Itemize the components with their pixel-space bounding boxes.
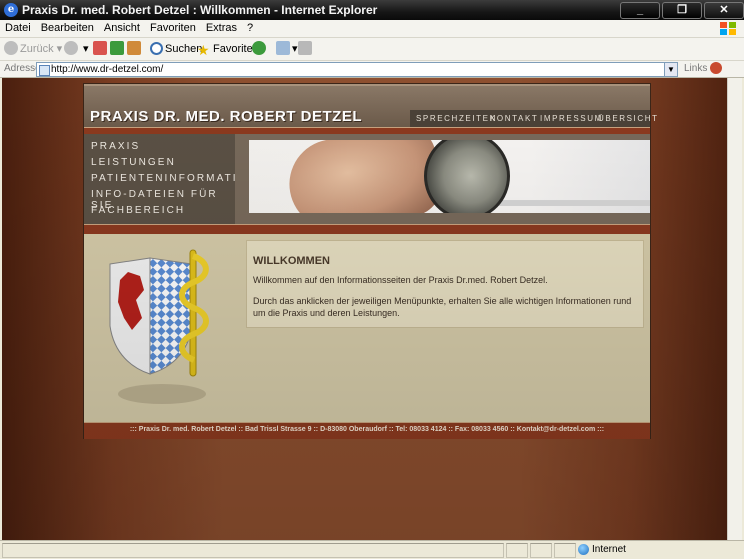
search-icon (150, 42, 163, 55)
page-icon (39, 65, 50, 76)
menu-bar: Datei Bearbeiten Ansicht Favoriten Extras? (0, 20, 744, 38)
stop-icon (93, 41, 107, 55)
history-button[interactable] (252, 41, 268, 57)
banner-stethoscope-image (249, 140, 650, 213)
site-header: PRAXIS DR. MED. ROBERT DETZEL SPRECHZEIT… (84, 84, 657, 128)
coat-of-arms-icon (109, 249, 209, 404)
welcome-paragraph-2: Durch das anklicken der jeweiligen Menüp… (253, 296, 632, 318)
top-navigation: SPRECHZEITEN KONTAKT IMPRESSUM ÜBERSICHT (410, 110, 657, 127)
status-segment (506, 543, 528, 558)
address-bar: Adresse http://www.dr-detzel.com/ ▼ Link… (0, 61, 744, 78)
address-url: http://www.dr-detzel.com/ (51, 64, 164, 75)
window-title: Praxis Dr. med. Robert Detzel : Willkomm… (22, 3, 378, 17)
links-label[interactable]: Links (684, 62, 707, 76)
zone-label: Internet (592, 544, 626, 555)
menu-ansicht[interactable]: Ansicht (99, 20, 145, 37)
back-label: Zurück (20, 43, 54, 55)
vertical-scrollbar[interactable] (727, 78, 742, 540)
welcome-paragraph-1: Willkommen auf den Informationsseiten de… (253, 275, 548, 285)
mail-button[interactable]: ▾ (276, 41, 298, 57)
mail-icon (276, 41, 290, 55)
security-zone: Internet (578, 543, 626, 557)
address-dropdown-icon[interactable]: ▼ (664, 63, 677, 76)
print-icon (298, 41, 312, 55)
nav-praxis[interactable]: PRAXIS (91, 141, 140, 152)
content-area: WILLKOMMEN Willkommen auf den Informatio… (84, 234, 650, 422)
home-icon (127, 41, 141, 55)
topnav-impressum[interactable]: IMPRESSUM (540, 114, 603, 123)
title-bar: e Praxis Dr. med. Robert Detzel : Willko… (0, 0, 744, 20)
menu-help[interactable]: ? (242, 20, 258, 37)
refresh-icon (110, 41, 124, 55)
menu-bearbeiten[interactable]: Bearbeiten (36, 20, 99, 37)
windows-flag-icon (720, 22, 736, 35)
forward-arrow-icon (64, 41, 78, 55)
menu-extras[interactable]: Extras (201, 20, 242, 37)
status-text-area (2, 543, 504, 558)
nav-fachbereich[interactable]: FACHBEREICH (91, 205, 185, 216)
topnav-uebersicht[interactable]: ÜBERSICHT (598, 114, 659, 123)
welcome-heading: WILLKOMMEN (253, 255, 330, 267)
status-segment (554, 543, 576, 558)
ie-logo-icon: e (4, 3, 18, 17)
history-icon (252, 41, 266, 55)
topnav-sprechzeiten[interactable]: SPRECHZEITEN (416, 114, 497, 123)
maximize-icon[interactable]: ❐ (662, 2, 702, 19)
menu-datei[interactable]: Datei (0, 20, 36, 37)
topnav-kontakt[interactable]: KONTAKT (490, 114, 538, 123)
refresh-button[interactable] (110, 41, 126, 57)
banner-frame (235, 134, 650, 224)
close-icon[interactable]: ✕ (704, 2, 744, 19)
welcome-box: WILLKOMMEN Willkommen auf den Informatio… (246, 240, 644, 328)
minimize-icon[interactable]: _ (620, 2, 660, 19)
toolbar: Zurück ▾ ▾ Suchen ★ Favoriten ▾ (0, 38, 744, 61)
site-footer: ::: Praxis Dr. med. Robert Detzel :: Bad… (84, 422, 650, 439)
home-button[interactable] (127, 41, 143, 57)
print-button[interactable] (298, 41, 314, 57)
left-navigation: PRAXIS LEISTUNGEN PATIENTENINFORMATION I… (84, 134, 255, 224)
stop-button[interactable] (93, 41, 109, 57)
links-toolbar-icon[interactable] (710, 62, 722, 74)
back-arrow-icon (4, 41, 18, 55)
hand-shape (282, 140, 446, 213)
footer-text: ::: Praxis Dr. med. Robert Detzel :: Bad… (129, 426, 605, 433)
search-button[interactable]: Suchen (150, 41, 202, 57)
globe-icon (578, 544, 589, 555)
nav-leistungen[interactable]: LEISTUNGEN (91, 157, 176, 168)
status-bar: Internet (0, 540, 744, 559)
stethoscope-icon (424, 140, 510, 213)
site-page: PRAXIS DR. MED. ROBERT DETZEL SPRECHZEIT… (84, 84, 657, 439)
menu-favoriten[interactable]: Favoriten (145, 20, 201, 37)
back-button[interactable]: Zurück ▾ (4, 41, 62, 57)
nav-patienteninformation[interactable]: PATIENTENINFORMATION (91, 173, 257, 184)
site-title: PRAXIS DR. MED. ROBERT DETZEL (90, 108, 363, 125)
address-input[interactable]: http://www.dr-detzel.com/ ▼ (36, 62, 678, 77)
favorites-button[interactable]: ★ Favoriten (197, 41, 259, 58)
browser-viewport: PRAXIS DR. MED. ROBERT DETZEL SPRECHZEIT… (2, 78, 742, 540)
status-segment (530, 543, 552, 558)
forward-button[interactable]: ▾ (64, 41, 89, 57)
star-icon: ★ (197, 42, 210, 58)
